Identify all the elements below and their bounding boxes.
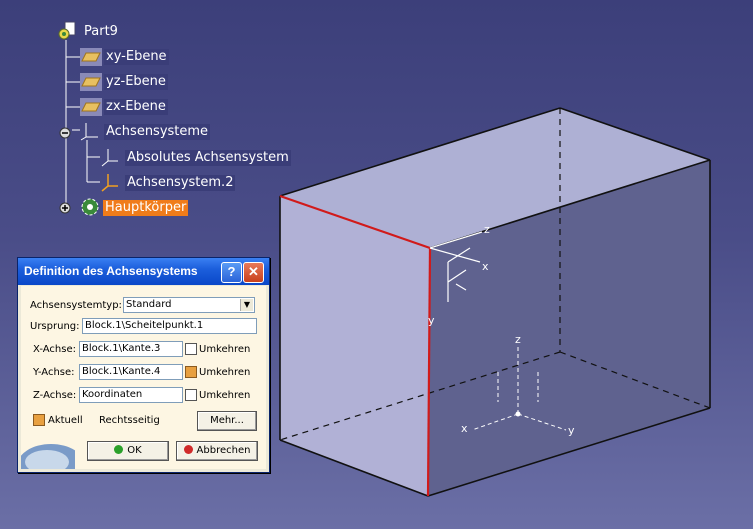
- axis-systems-icon[interactable]: [80, 121, 100, 141]
- local-axis-y-label: y: [428, 314, 435, 327]
- part-icon[interactable]: [58, 21, 78, 40]
- axis-system-icon[interactable]: [100, 172, 120, 192]
- tree-item-axis-system-2[interactable]: Achsensystem.2: [125, 175, 236, 191]
- origin-field[interactable]: Block.1\Scheitelpunkt.1: [82, 318, 257, 334]
- handedness-label: Rechtsseitig: [99, 415, 160, 426]
- tree-item-main-body[interactable]: Hauptkörper: [103, 200, 189, 216]
- origin-label: Ursprung:: [30, 321, 80, 332]
- more-button[interactable]: Mehr...: [197, 411, 257, 431]
- cancel-dot-icon: [183, 445, 193, 454]
- plane-icon[interactable]: [80, 48, 102, 66]
- cancel-button[interactable]: Abbrechen: [176, 441, 258, 461]
- globe-decoration-icon: [21, 444, 75, 469]
- body-gear-icon[interactable]: [80, 197, 100, 216]
- x-axis-field[interactable]: Block.1\Kante.3: [79, 341, 183, 357]
- z-reverse-label: Umkehren: [199, 390, 251, 401]
- compass-origin: [515, 411, 521, 417]
- y-axis-field[interactable]: Block.1\Kante.4: [79, 364, 183, 380]
- tree-item-axis-systems[interactable]: Achsensysteme: [104, 124, 211, 140]
- ok-dot-icon: [114, 445, 124, 454]
- tree-item-yz-plane[interactable]: yz-Ebene: [104, 74, 168, 90]
- plane-icon[interactable]: [80, 98, 102, 116]
- dialog-title: Definition des Achsensystems: [24, 264, 198, 278]
- compass-x-label: x: [461, 422, 468, 435]
- chevron-down-icon[interactable]: ▼: [240, 299, 253, 311]
- tree-item-zx-plane[interactable]: zx-Ebene: [104, 99, 168, 115]
- help-button[interactable]: ?: [221, 262, 242, 283]
- absolute-axis-icon[interactable]: [100, 147, 120, 167]
- x-reverse-checkbox[interactable]: [185, 343, 197, 355]
- y-reverse-checkbox[interactable]: [185, 366, 197, 378]
- collapse-minus-icon[interactable]: [59, 124, 71, 139]
- z-reverse-checkbox[interactable]: [185, 389, 197, 401]
- dialog-titlebar[interactable]: Definition des Achsensystems ? ✕: [18, 258, 269, 285]
- ok-button[interactable]: OK: [87, 441, 169, 461]
- expand-plus-icon[interactable]: [59, 199, 71, 214]
- plane-icon[interactable]: [80, 73, 102, 91]
- ok-label: OK: [127, 445, 142, 456]
- local-axis-z-label: z: [484, 223, 490, 236]
- axis-type-label: Achsensystemtyp:: [30, 300, 122, 311]
- tree-item-part9[interactable]: Part9: [84, 24, 118, 40]
- z-axis-label: Z-Achse:: [33, 390, 77, 401]
- axis-type-select[interactable]: Standard ▼: [123, 297, 255, 313]
- tree-item-xy-plane[interactable]: xy-Ebene: [104, 49, 169, 65]
- axis-type-value: Standard: [126, 299, 172, 310]
- cancel-label: Abbrechen: [196, 445, 251, 456]
- local-axis-x-label: x: [482, 260, 489, 273]
- y-axis-label: Y-Achse:: [33, 367, 75, 378]
- dialog-body: Achsensystemtyp: Standard ▼ Ursprung: Bl…: [21, 286, 266, 469]
- axis-system-definition-dialog: Definition des Achsensystems ? ✕ Achsens…: [17, 257, 270, 473]
- x-reverse-label: Umkehren: [199, 344, 251, 355]
- tree-item-absolute-axis-system[interactable]: Absolutes Achsensystem: [125, 150, 291, 166]
- current-checkbox[interactable]: [33, 414, 45, 426]
- y-reverse-label: Umkehren: [199, 367, 251, 378]
- compass-y-label: y: [568, 424, 575, 437]
- compass-z-label: z: [515, 333, 521, 346]
- current-label: Aktuell: [48, 415, 83, 426]
- x-axis-label: X-Achse:: [33, 344, 76, 355]
- z-axis-field[interactable]: Koordinaten: [79, 387, 183, 403]
- close-button[interactable]: ✕: [243, 262, 264, 283]
